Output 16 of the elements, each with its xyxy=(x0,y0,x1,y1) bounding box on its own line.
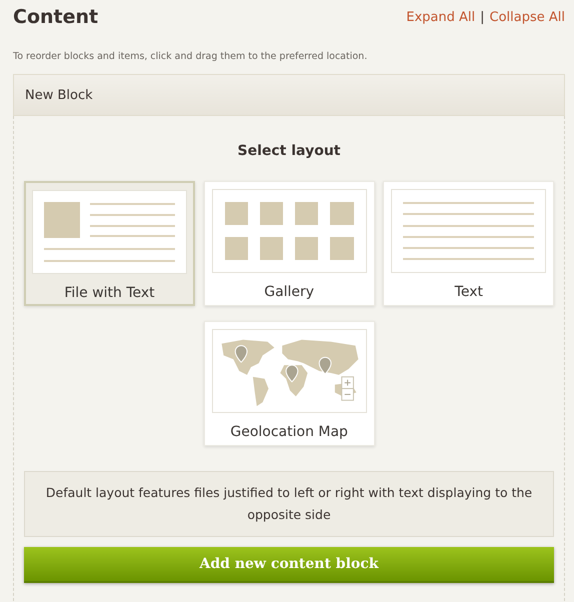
collapse-all-link[interactable]: Collapse All xyxy=(490,8,565,28)
layout-option[interactable]: Gallery xyxy=(204,181,375,306)
hint-text: To reorder blocks and items, click and drag them to the preferred location. xyxy=(13,50,368,64)
page-title: Content xyxy=(13,5,98,30)
block-header[interactable]: New Block xyxy=(13,74,565,116)
layout-option[interactable]: Text xyxy=(383,181,554,306)
layout-option[interactable]: File with Text xyxy=(24,181,195,306)
gallery-preview-icon xyxy=(212,189,367,274)
section-title: Select layout xyxy=(238,142,340,162)
text-preview-icon xyxy=(391,189,546,274)
layout-option[interactable]: Geolocation Map xyxy=(204,321,375,446)
file-with-text-preview-icon xyxy=(32,190,187,274)
expand-all-link[interactable]: Expand All xyxy=(406,8,476,28)
world-map-preview-icon xyxy=(212,329,367,414)
separator: | xyxy=(480,9,484,27)
layout-description: Default layout features files justified to left or right with text displaying to the opposite side xyxy=(24,471,554,538)
